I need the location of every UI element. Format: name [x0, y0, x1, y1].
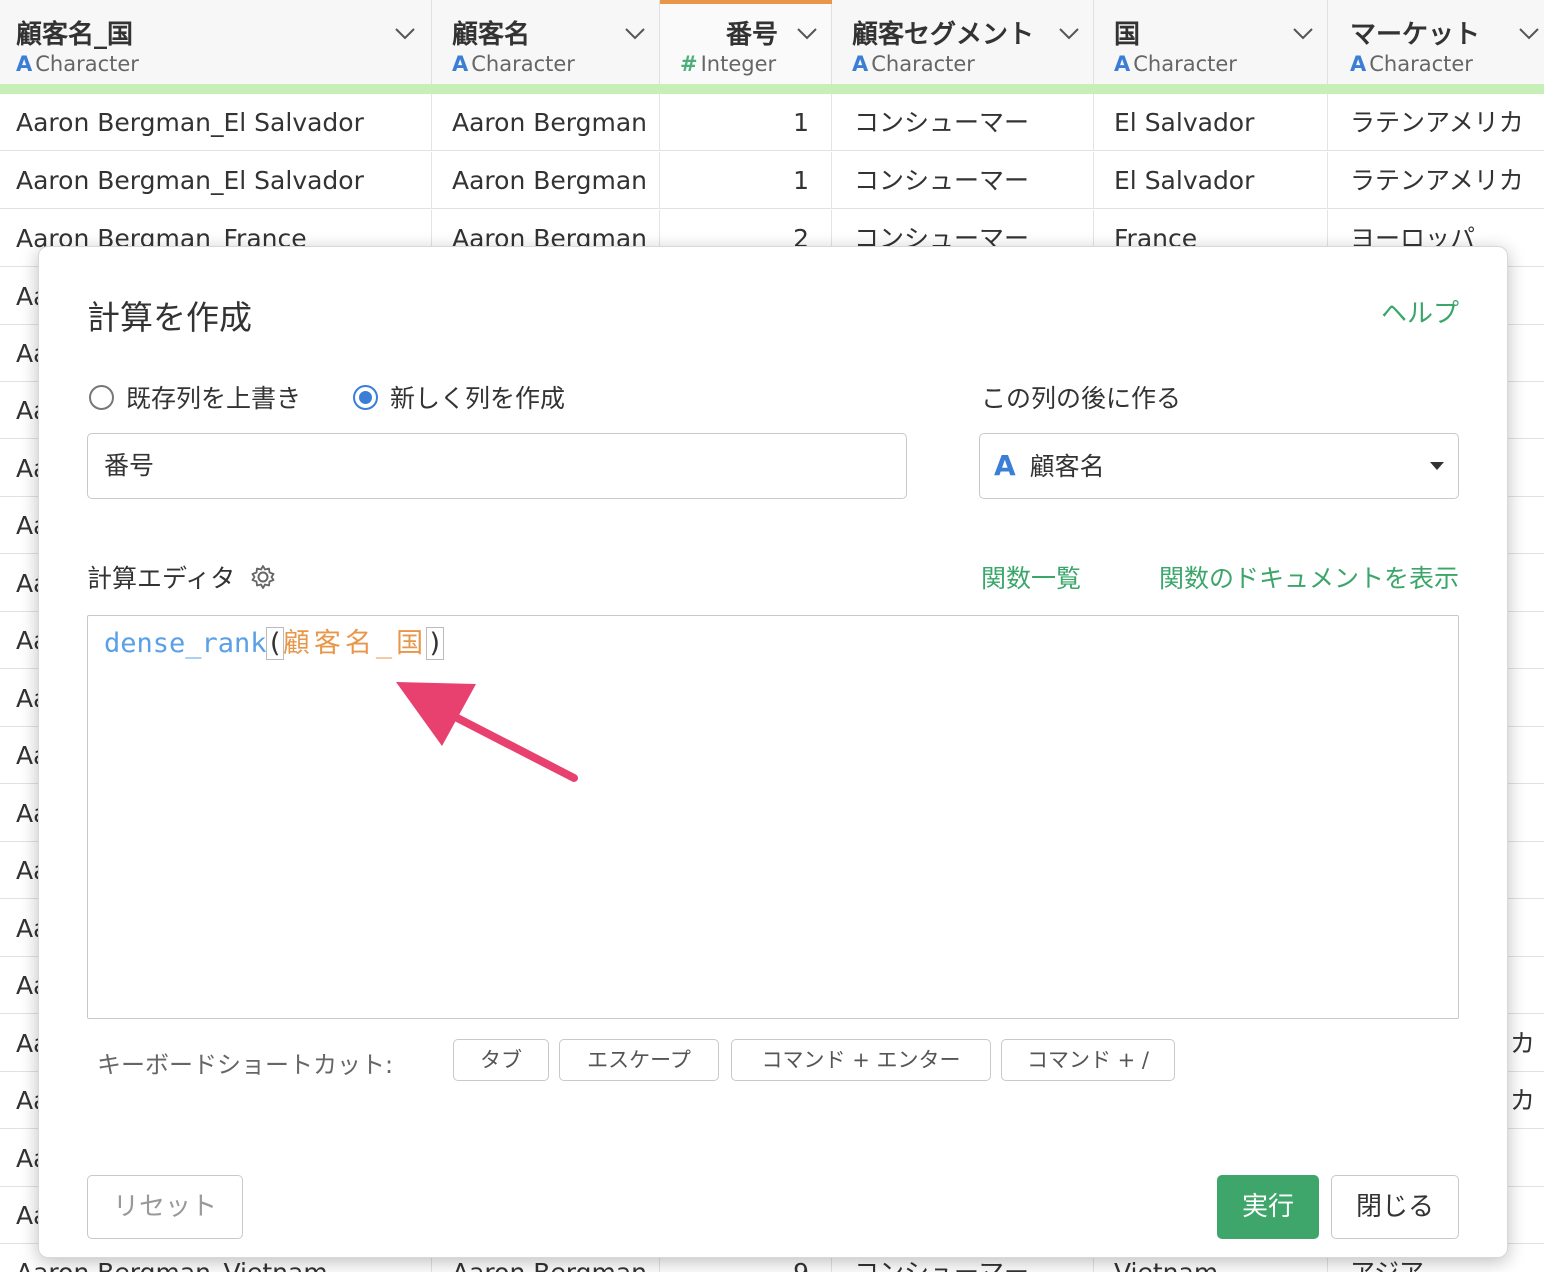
column-header-segment[interactable]: 顧客セグメント A Character [832, 0, 1094, 84]
column-type: A Character [452, 52, 575, 76]
table-row[interactable]: Aaron Bergman_El Salvador Aaron Bergman … [0, 152, 1544, 209]
column-name-input[interactable]: 番号 [87, 433, 907, 499]
column-name: 顧客セグメント [852, 20, 1035, 50]
column-name: 顧客名 [452, 20, 531, 50]
radio-create-new-column[interactable]: 新しく列を作成 [353, 379, 565, 415]
keyboard-shortcut-label: キーボードショートカット: [97, 1051, 394, 1079]
shortcut-cmd-enter: コマンド + エンター [731, 1039, 991, 1081]
column-header-customer-name[interactable]: 顧客名 A Character [432, 0, 660, 84]
character-type-icon: A [1350, 52, 1367, 76]
table-cell: Aaron Bergman_El Salvador [0, 94, 432, 151]
shortcut-tab: タブ [453, 1039, 549, 1081]
shortcut-escape: エスケープ [559, 1039, 719, 1081]
table-cell: ラテンアメリカ [1350, 166, 1524, 195]
table-cell: 1 [660, 94, 832, 151]
selected-column: 顧客名 [1029, 452, 1105, 481]
help-link[interactable]: ヘルプ [1381, 293, 1459, 330]
insert-after-select[interactable]: A 顧客名 [979, 433, 1459, 499]
radio-label: 新しく列を作成 [390, 384, 566, 413]
close-button[interactable]: 閉じる [1331, 1175, 1459, 1239]
editor-label: 計算エディタ [87, 559, 277, 595]
character-type-icon: A [852, 52, 869, 76]
table-cell: El Salvador [1094, 152, 1328, 209]
chevron-down-icon[interactable] [392, 20, 418, 46]
character-type-icon: A [1114, 52, 1131, 76]
table-cell: 1 [660, 152, 832, 209]
character-type-icon: A [994, 449, 1016, 482]
chevron-down-icon[interactable] [794, 20, 820, 46]
shortcut-cmd-slash: コマンド + / [1001, 1039, 1175, 1081]
column-quality-bar [0, 84, 1544, 94]
column-header-number[interactable]: 番号 # Integer [660, 0, 832, 84]
reset-button[interactable]: リセット [87, 1175, 243, 1239]
table-header: 顧客名_国 A Character 顧客名 A Character 番号 # Inte… [0, 0, 1544, 84]
caret-down-icon [1430, 462, 1444, 470]
column-name: 顧客名_国 [16, 20, 134, 50]
table-cell: Aaron Bergman_El Salvador [0, 152, 432, 209]
chevron-down-icon[interactable] [1516, 20, 1542, 46]
create-calculation-dialog: 計算を作成 ヘルプ 既存列を上書き 新しく列を作成 この列の後に作る 番号 A顧… [38, 246, 1508, 1258]
chevron-down-icon[interactable] [1056, 20, 1082, 46]
column-name: 国 [1114, 20, 1141, 50]
column-type: A Character [852, 52, 975, 76]
integer-type-icon: # [680, 52, 698, 76]
annotation-arrow-icon [396, 682, 578, 782]
run-button[interactable]: 実行 [1217, 1175, 1319, 1239]
column-type: A Character [16, 52, 139, 76]
radio-unchecked-icon[interactable] [89, 384, 114, 410]
function-list-link[interactable]: 関数一覧 [981, 559, 1081, 595]
code-line[interactable]: dense_rank(顧客名_国) [104, 626, 445, 662]
table-cell: コンシューマー [832, 152, 1094, 209]
column-type: # Integer [680, 52, 777, 76]
chevron-down-icon[interactable] [622, 20, 648, 46]
table-cell: Aaron Bergman [432, 152, 660, 209]
code-paren-open: ( [265, 627, 284, 660]
column-name: 番号 [726, 20, 779, 50]
table-cell: Aaron Bergman [432, 94, 660, 151]
code-function: dense_rank [104, 628, 267, 659]
table-cell: カ [1510, 1029, 1536, 1058]
dialog-title: 計算を作成 [87, 298, 252, 337]
table-row[interactable]: Aaron Bergman_El Salvador Aaron Bergman … [0, 94, 1544, 151]
table-cell: カ [1510, 1086, 1536, 1115]
code-argument: 顧客名_国 [282, 628, 428, 659]
radio-checked-icon[interactable] [353, 384, 378, 410]
table-cell: コンシューマー [832, 94, 1094, 151]
radio-overwrite-column[interactable]: 既存列を上書き [89, 379, 301, 415]
code-paren-close: ) [426, 627, 445, 660]
column-type: A Character [1350, 52, 1473, 76]
calculation-editor[interactable]: dense_rank(顧客名_国) [87, 615, 1459, 1019]
function-docs-link[interactable]: 関数のドキュメントを表示 [1159, 559, 1459, 595]
table-cell: ラテンアメリカ [1350, 108, 1524, 137]
table-cell: El Salvador [1094, 94, 1328, 151]
column-header-market[interactable]: マーケット A Character [1328, 0, 1544, 84]
radio-label: 既存列を上書き [126, 384, 302, 413]
column-header-country[interactable]: 国 A Character [1094, 0, 1328, 84]
column-type: A Character [1114, 52, 1237, 76]
character-type-icon: A [452, 52, 469, 76]
character-type-icon: A [16, 52, 33, 76]
column-header-customer-country[interactable]: 顧客名_国 A Character [0, 0, 432, 84]
chevron-down-icon[interactable] [1290, 20, 1316, 46]
gear-icon[interactable] [249, 563, 277, 591]
selected-column-indicator [660, 0, 832, 4]
column-name: マーケット [1350, 20, 1481, 50]
insert-after-label: この列の後に作る [981, 384, 1182, 413]
